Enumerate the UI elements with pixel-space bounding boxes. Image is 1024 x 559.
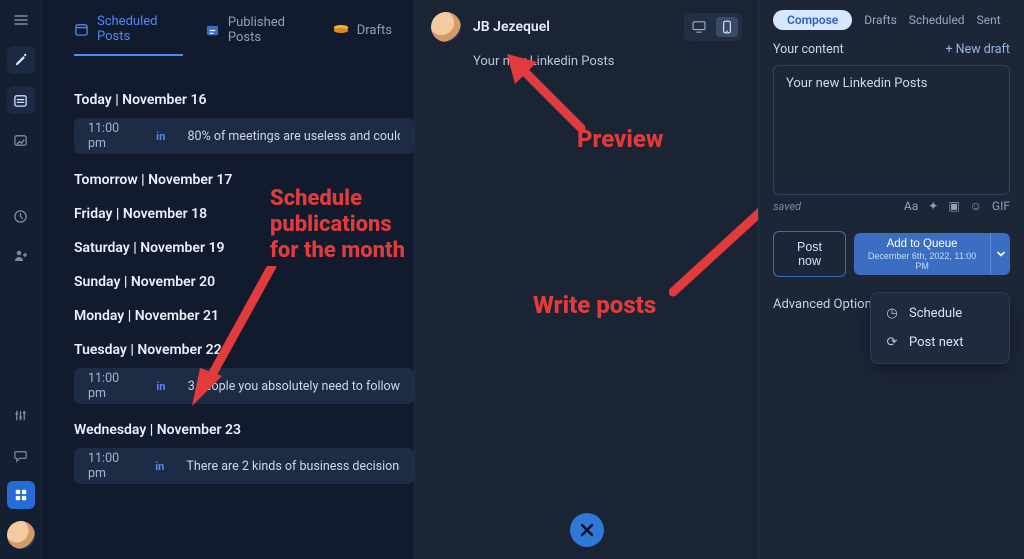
desktop-icon[interactable] (688, 17, 710, 37)
schedule-tabs: Scheduled Posts Published Posts Drafts (42, 0, 414, 62)
image-insert-icon[interactable]: ▣ (948, 199, 959, 213)
author-name: JB Jezequel (473, 19, 672, 35)
slot-text: There are 2 kinds of business decisions:… (186, 459, 400, 474)
add-to-queue-button[interactable]: Add to Queue December 6th, 2022, 11:00 P… (854, 233, 990, 276)
linkedin-icon: in (155, 460, 168, 473)
mobile-icon[interactable] (716, 17, 738, 37)
tab-label: Published Posts (228, 15, 311, 45)
preview-column: JB Jezequel Your new Linkedin Posts Prev… (414, 0, 758, 559)
queue-dropdown-button[interactable] (990, 233, 1010, 276)
compose-tab-compose[interactable]: Compose (773, 10, 852, 30)
device-toggle (684, 13, 742, 41)
sliders-icon[interactable] (7, 401, 35, 429)
linkedin-icon: in (156, 130, 169, 143)
preview-body: Your new Linkedin Posts (415, 54, 758, 69)
scheduled-slot[interactable]: 11:00 pm in There are 2 kinds of busines… (74, 448, 414, 484)
editor-text: Your new Linkedin Posts (786, 76, 927, 91)
menu-label: Schedule (909, 306, 962, 321)
slot-time: 11:00 pm (88, 121, 138, 151)
calendar-list-icon[interactable] (7, 86, 35, 114)
tab-drafts[interactable]: Drafts (333, 22, 392, 48)
slot-text: 80% of meetings are useless and could be… (188, 129, 400, 144)
content-editor[interactable]: Your new Linkedin Posts (773, 65, 1010, 195)
saved-indicator: saved (773, 200, 801, 213)
menu-label: Post next (909, 335, 964, 350)
post-now-button[interactable]: Post now (773, 231, 846, 277)
user-add-icon[interactable] (7, 242, 35, 270)
day-heading: Monday | November 21 (74, 308, 414, 324)
clock-icon: ◷ (885, 306, 899, 321)
day-heading: Wednesday | November 23 (74, 422, 414, 438)
slot-time: 11:00 pm (88, 451, 137, 481)
schedule-column: Scheduled Posts Published Posts Drafts T… (42, 0, 414, 559)
next-icon: ⟳ (885, 335, 899, 350)
compose-column: Compose Drafts Scheduled Sent Your conte… (758, 0, 1024, 559)
annotation-preview: Preview (577, 125, 663, 153)
day-heading: Today | November 16 (74, 92, 414, 108)
calendar-icon (74, 21, 89, 37)
tab-published[interactable]: Published Posts (205, 15, 311, 55)
author-avatar (431, 12, 461, 42)
compose-tab-scheduled[interactable]: Scheduled (909, 13, 965, 27)
compose-tab-sent[interactable]: Sent (977, 13, 1001, 27)
slot-time: 11:00 pm (88, 371, 138, 401)
clock-icon[interactable] (7, 202, 35, 230)
grid-icon[interactable] (7, 481, 35, 509)
avatar[interactable] (7, 521, 35, 549)
pencil-icon[interactable] (7, 46, 35, 74)
image-icon[interactable] (7, 126, 35, 154)
linkedin-icon: in (156, 380, 169, 393)
day-heading: Tomorrow | November 17 (74, 172, 414, 188)
sparkle-icon[interactable]: ✦ (928, 199, 938, 213)
scheduled-slot[interactable]: 11:00 pm in 80% of meetings are useless … (74, 118, 414, 154)
left-rail (0, 0, 42, 559)
slot-text: 3 people you absolutely need to follow a… (188, 379, 400, 394)
day-heading: Tuesday | November 22 (74, 342, 414, 358)
compose-tabs: Compose Drafts Scheduled Sent (773, 10, 1010, 30)
tab-label: Scheduled Posts (97, 14, 183, 44)
menu-item-post-next[interactable]: ⟳ Post next (871, 328, 1009, 357)
your-content-label: Your content (773, 42, 844, 57)
tab-scheduled[interactable]: Scheduled Posts (74, 14, 183, 56)
drafts-icon (333, 22, 349, 38)
emoji-icon[interactable]: ☺ (970, 199, 982, 213)
day-heading: Friday | November 18 (74, 206, 414, 222)
scheduled-slot[interactable]: 11:00 pm in 3 people you absolutely need… (74, 368, 414, 404)
compose-tab-drafts[interactable]: Drafts (864, 13, 897, 27)
published-icon (205, 22, 220, 38)
schedule-body: Today | November 16 11:00 pm in 80% of m… (42, 62, 414, 484)
queue-dropdown-menu: ◷ Schedule ⟳ Post next (870, 292, 1010, 364)
close-button[interactable] (570, 513, 604, 547)
chat-icon[interactable] (7, 441, 35, 469)
day-heading: Saturday | November 19 (74, 240, 414, 256)
menu-item-schedule[interactable]: ◷ Schedule (871, 299, 1009, 328)
queue-sublabel: December 6th, 2022, 11:00 PM (866, 251, 978, 272)
menu-icon[interactable] (7, 6, 35, 34)
queue-button-group: Add to Queue December 6th, 2022, 11:00 P… (854, 233, 1010, 276)
annotation-write: Write posts (533, 291, 656, 319)
gif-button[interactable]: GIF (992, 199, 1010, 213)
tab-label: Drafts (357, 23, 392, 38)
queue-label: Add to Queue (887, 238, 958, 250)
day-heading: Sunday | November 20 (74, 274, 414, 290)
format-icon[interactable]: Aa (904, 199, 918, 213)
new-draft-link[interactable]: + New draft (945, 42, 1010, 57)
